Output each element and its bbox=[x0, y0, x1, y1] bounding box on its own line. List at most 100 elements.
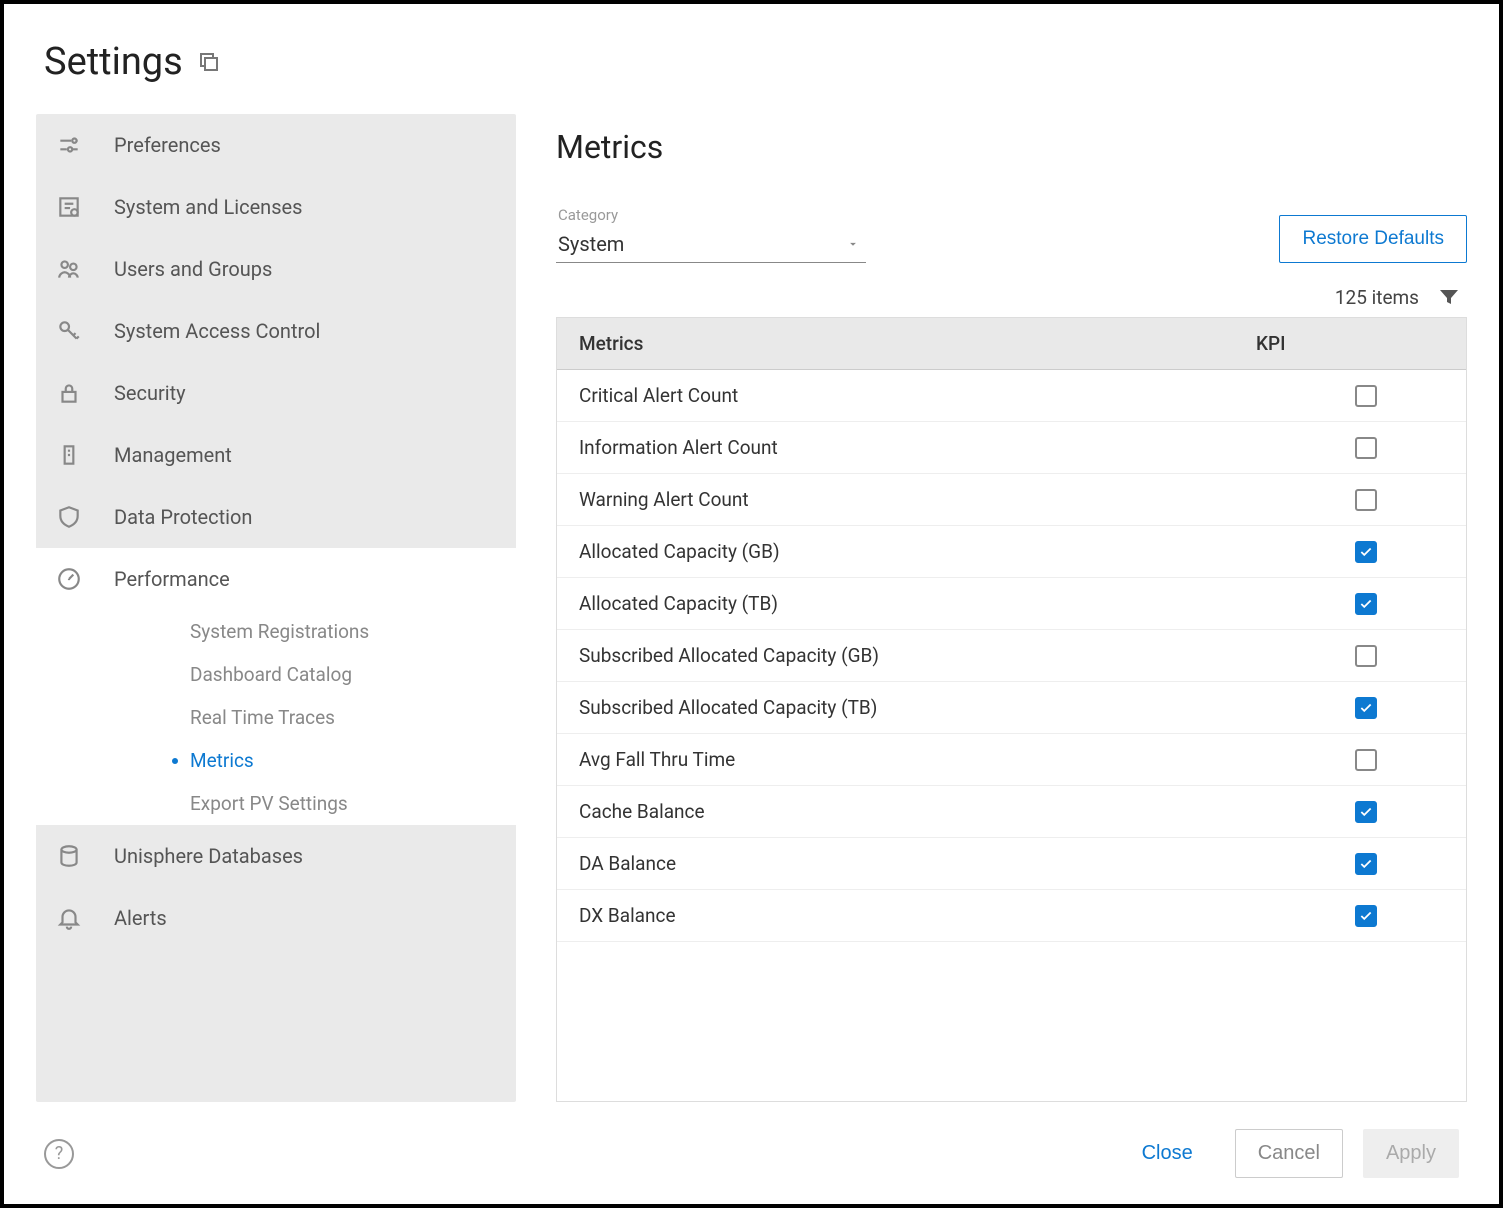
kpi-checkbox[interactable] bbox=[1355, 749, 1377, 771]
footer: ? Close Cancel Apply bbox=[4, 1102, 1499, 1204]
sidebar-item-users-groups[interactable]: Users and Groups bbox=[36, 238, 516, 300]
kpi-checkbox[interactable] bbox=[1355, 645, 1377, 667]
gauge-icon bbox=[54, 564, 84, 594]
lock-icon bbox=[54, 378, 84, 408]
sidebar-item-performance[interactable]: Performance bbox=[36, 548, 516, 610]
kpi-checkbox[interactable] bbox=[1355, 541, 1377, 563]
category-value: System bbox=[558, 232, 624, 256]
table-row[interactable]: Allocated Capacity (GB) bbox=[557, 526, 1466, 578]
users-icon bbox=[54, 254, 84, 284]
kpi-cell bbox=[1266, 895, 1466, 937]
table-row[interactable]: DX Balance bbox=[557, 890, 1466, 942]
table-row[interactable]: Warning Alert Count bbox=[557, 474, 1466, 526]
close-button[interactable]: Close bbox=[1120, 1130, 1215, 1177]
sub-item-real-time-traces[interactable]: Real Time Traces bbox=[36, 696, 516, 739]
table-row[interactable]: Subscribed Allocated Capacity (GB) bbox=[557, 630, 1466, 682]
shield-icon bbox=[54, 502, 84, 532]
sidebar: Preferences System and Licenses Users an… bbox=[36, 114, 516, 1102]
metric-name: Subscribed Allocated Capacity (GB) bbox=[557, 630, 1266, 681]
table-row[interactable]: Critical Alert Count bbox=[557, 370, 1466, 422]
restore-defaults-button[interactable]: Restore Defaults bbox=[1279, 215, 1467, 263]
sliders-icon bbox=[54, 130, 84, 160]
category-field: Category System bbox=[556, 206, 866, 263]
sidebar-item-label: Security bbox=[114, 381, 186, 405]
sub-item-metrics[interactable]: Metrics bbox=[36, 739, 516, 782]
table-header: Metrics KPI bbox=[557, 318, 1466, 370]
sidebar-item-data-protection[interactable]: Data Protection bbox=[36, 486, 516, 548]
col-header-metric[interactable]: Metrics bbox=[557, 318, 1246, 369]
category-row: Category System Restore Defaults bbox=[556, 206, 1467, 263]
kpi-cell bbox=[1266, 791, 1466, 833]
kpi-cell bbox=[1266, 375, 1466, 417]
main-panel: Metrics Category System Restore Defaults… bbox=[556, 114, 1467, 1102]
metric-name: Avg Fall Thru Time bbox=[557, 734, 1266, 785]
sub-item-dashboard-catalog[interactable]: Dashboard Catalog bbox=[36, 653, 516, 696]
sidebar-item-label: System Access Control bbox=[114, 319, 320, 343]
table-row[interactable]: Subscribed Allocated Capacity (TB) bbox=[557, 682, 1466, 734]
key-icon bbox=[54, 316, 84, 346]
kpi-checkbox[interactable] bbox=[1355, 801, 1377, 823]
table-row[interactable]: Information Alert Count bbox=[557, 422, 1466, 474]
performance-submenu: System Registrations Dashboard Catalog R… bbox=[36, 610, 516, 825]
table-row[interactable]: Avg Fall Thru Time bbox=[557, 734, 1466, 786]
table-row[interactable]: Allocated Capacity (TB) bbox=[557, 578, 1466, 630]
items-row: 125 items bbox=[556, 285, 1467, 309]
table-body[interactable]: Critical Alert CountInformation Alert Co… bbox=[557, 370, 1466, 1101]
panel-title: Metrics bbox=[556, 128, 1467, 166]
body: Preferences System and Licenses Users an… bbox=[4, 114, 1499, 1102]
metric-name: DX Balance bbox=[557, 890, 1266, 941]
license-icon bbox=[54, 192, 84, 222]
sub-item-system-registrations[interactable]: System Registrations bbox=[36, 610, 516, 653]
sidebar-item-security[interactable]: Security bbox=[36, 362, 516, 424]
sidebar-item-alerts[interactable]: Alerts bbox=[36, 887, 516, 949]
metric-name: Cache Balance bbox=[557, 786, 1266, 837]
metric-name: Subscribed Allocated Capacity (TB) bbox=[557, 682, 1266, 733]
copy-icon[interactable] bbox=[197, 50, 221, 74]
sidebar-item-label: Performance bbox=[114, 567, 230, 591]
sidebar-item-system-licenses[interactable]: System and Licenses bbox=[36, 176, 516, 238]
help-icon[interactable]: ? bbox=[44, 1139, 74, 1169]
cancel-button[interactable]: Cancel bbox=[1235, 1129, 1343, 1178]
sidebar-item-label: Unisphere Databases bbox=[114, 844, 303, 868]
sidebar-item-management[interactable]: Management bbox=[36, 424, 516, 486]
server-icon bbox=[54, 440, 84, 470]
kpi-cell bbox=[1266, 427, 1466, 469]
category-select[interactable]: System bbox=[556, 228, 866, 263]
items-count: 125 items bbox=[1335, 286, 1419, 309]
kpi-cell bbox=[1266, 531, 1466, 573]
kpi-cell bbox=[1266, 479, 1466, 521]
metric-name: Allocated Capacity (TB) bbox=[557, 578, 1266, 629]
database-icon bbox=[54, 841, 84, 871]
metric-name: Allocated Capacity (GB) bbox=[557, 526, 1266, 577]
sidebar-item-label: Management bbox=[114, 443, 232, 467]
sidebar-item-label: Preferences bbox=[114, 133, 221, 157]
filter-icon[interactable] bbox=[1437, 285, 1461, 309]
kpi-cell bbox=[1266, 843, 1466, 885]
kpi-checkbox[interactable] bbox=[1355, 697, 1377, 719]
category-label: Category bbox=[556, 206, 866, 224]
sidebar-item-access-control[interactable]: System Access Control bbox=[36, 300, 516, 362]
kpi-checkbox[interactable] bbox=[1355, 593, 1377, 615]
kpi-checkbox[interactable] bbox=[1355, 853, 1377, 875]
sidebar-item-label: Alerts bbox=[114, 906, 167, 930]
kpi-cell bbox=[1266, 583, 1466, 625]
metric-name: Critical Alert Count bbox=[557, 370, 1266, 421]
bell-icon bbox=[54, 903, 84, 933]
table-row[interactable]: Cache Balance bbox=[557, 786, 1466, 838]
kpi-checkbox[interactable] bbox=[1355, 437, 1377, 459]
kpi-checkbox[interactable] bbox=[1355, 905, 1377, 927]
col-header-kpi[interactable]: KPI bbox=[1246, 318, 1466, 369]
kpi-checkbox[interactable] bbox=[1355, 385, 1377, 407]
table-row[interactable]: DA Balance bbox=[557, 838, 1466, 890]
sub-item-export-pv[interactable]: Export PV Settings bbox=[36, 782, 516, 825]
header: Settings bbox=[4, 4, 1499, 114]
chevron-down-icon bbox=[846, 232, 860, 256]
kpi-checkbox[interactable] bbox=[1355, 489, 1377, 511]
sidebar-item-preferences[interactable]: Preferences bbox=[36, 114, 516, 176]
settings-window: Settings Preferences System and Licenses bbox=[0, 0, 1503, 1208]
kpi-cell bbox=[1266, 739, 1466, 781]
sidebar-item-databases[interactable]: Unisphere Databases bbox=[36, 825, 516, 887]
metric-name: Warning Alert Count bbox=[557, 474, 1266, 525]
kpi-cell bbox=[1266, 687, 1466, 729]
sidebar-item-label: Data Protection bbox=[114, 505, 252, 529]
